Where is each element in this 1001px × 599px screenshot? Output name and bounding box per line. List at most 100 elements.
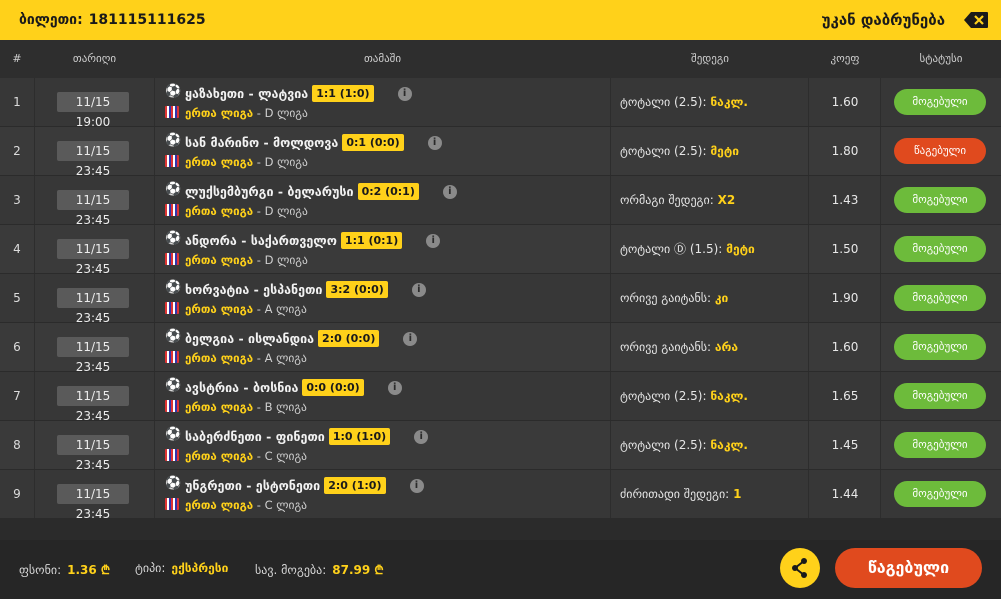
league-line: ერთა ლიგა - B ლიგა: [185, 400, 307, 414]
score-badge: 0:1 (0:0): [342, 134, 404, 151]
league-division: - B ლიგა: [256, 400, 307, 414]
match-teams[interactable]: ანდორა - საქართველო: [185, 233, 337, 248]
status-badge: მოგებული: [894, 383, 986, 409]
status-badge: მოგებული: [894, 187, 986, 213]
bet-market: ძირითადი შედეგი:: [620, 487, 730, 501]
match-date: 11/15 23:45: [57, 288, 129, 325]
table-row: 1 11/15 19:00 ⚽ ყაზახეთი - ლატვია 1:1 (1:0) i…: [0, 78, 1001, 129]
league-name: ერთა ლიგა: [185, 351, 254, 365]
result-cell: ძირითადი შედეგი: 1: [611, 470, 809, 518]
match-date: 11/15 23:45: [57, 337, 129, 374]
odds-cell: 1.45: [810, 421, 881, 469]
match-line: ლუქსემბურგი - ბელარუსი 0:2 (0:1) i: [185, 183, 457, 200]
status-badge: მოგებული: [894, 481, 986, 507]
soccer-ball-icon: ⚽: [165, 378, 182, 393]
back-label: უკან დაბრუნება: [821, 11, 945, 29]
type-stat: ტიპი: ექსპრესი: [135, 561, 228, 575]
game-cell: ⚽ ყაზახეთი - ლატვია 1:1 (1:0) i ერთა ლიგა - …: [155, 78, 611, 126]
bet-market: ორივე გაიტანს:: [620, 340, 712, 354]
status-cell: მოგებული: [881, 225, 1001, 273]
match-teams[interactable]: ყაზახეთი - ლატვია: [185, 86, 308, 101]
row-number: 7: [0, 372, 35, 420]
match-line: უნგრეთი - ესტონეთი 2:0 (1:0) i: [185, 477, 424, 494]
table-row: 4 11/15 23:45 ⚽ ანდორა - საქართველო 1:1 (0:1…: [0, 225, 1001, 276]
match-teams[interactable]: საბერძნეთი - ფინეთი: [185, 429, 325, 444]
league-name: ერთა ლიგა: [185, 204, 254, 218]
bet-pick: მეტი: [726, 242, 755, 256]
date-cell: 11/15 19:00: [35, 78, 155, 129]
game-cell: ⚽ ანდორა - საქართველო 1:1 (0:1) i ერთა ლიგა …: [155, 225, 611, 273]
ticket-info: ბილეთი: 181115111625: [19, 12, 206, 28]
row-number: 2: [0, 127, 35, 175]
info-icon[interactable]: i: [403, 331, 418, 346]
status-cell: მოგებული: [881, 78, 1001, 126]
league-line: ერთა ლიგა - A ლიგა: [185, 302, 307, 316]
status-badge: მოგებული: [894, 432, 986, 458]
ticket-status-button[interactable]: წაგებული: [835, 548, 982, 588]
bet-pick: X2: [717, 193, 736, 207]
match-teams[interactable]: ავსტრია - ბოსნია: [185, 380, 298, 395]
flag-icon: [165, 302, 179, 314]
league-division: - C ლიგა: [256, 449, 307, 463]
info-icon[interactable]: i: [426, 233, 441, 248]
league-division: - C ლიგა: [256, 498, 307, 512]
score-badge: 0:0 (0:0): [302, 379, 364, 396]
flag-icon: [165, 400, 179, 412]
soccer-ball-icon: ⚽: [165, 280, 182, 295]
league-line: ერთა ლიგა - D ლიგა: [185, 106, 308, 120]
score-badge: 3:2 (0:0): [326, 281, 388, 298]
flag-icon: [165, 204, 179, 216]
game-cell: ⚽ სან მარინო - მოლდოვა 0:1 (0:0) i ერთა ლიგა…: [155, 127, 611, 175]
info-icon[interactable]: i: [427, 135, 442, 150]
result-cell: ორმაგი შედეგი: X2: [611, 176, 809, 224]
odds-cell: 1.90: [810, 274, 881, 322]
stake-stat: ფსონი: 1.36 ₾: [19, 561, 110, 578]
match-teams[interactable]: სან მარინო - მოლდოვა: [185, 135, 338, 150]
date-cell: 11/15 23:45: [35, 470, 155, 521]
backspace-icon: [964, 12, 988, 28]
match-line: ანდორა - საქართველო 1:1 (0:1) i: [185, 232, 441, 249]
match-teams[interactable]: ხორვატია - ესპანეთი: [185, 282, 322, 297]
game-cell: ⚽ უნგრეთი - ესტონეთი 2:0 (1:0) i ერთა ლიგა -…: [155, 470, 611, 518]
bet-pick: არა: [714, 340, 739, 354]
game-cell: ⚽ ბელგია - ისლანდია 2:0 (0:0) i ერთა ლიგა - …: [155, 323, 611, 371]
info-icon[interactable]: i: [414, 429, 429, 444]
info-icon[interactable]: i: [411, 282, 426, 297]
col-game: თამაში: [363, 52, 402, 65]
soccer-ball-icon: ⚽: [165, 84, 182, 99]
info-icon[interactable]: i: [442, 184, 457, 199]
info-icon[interactable]: i: [409, 478, 424, 493]
score-badge: 2:0 (1:0): [324, 477, 386, 494]
back-button[interactable]: უკან დაბრუნება: [822, 11, 989, 29]
match-line: სან მარინო - მოლდოვა 0:1 (0:0) i: [185, 134, 442, 151]
league-division: - D ლიგა: [256, 204, 308, 218]
flag-icon: [165, 253, 179, 265]
soccer-ball-icon: ⚽: [165, 182, 182, 197]
status-cell: მოგებული: [881, 421, 1001, 469]
table-header: # თარიღი თამაში შედეგი კოეფ სტატუსი: [0, 40, 1001, 78]
result-cell: ტოტალი (2.5): მეტი: [611, 127, 809, 175]
info-icon[interactable]: i: [397, 86, 412, 101]
table-row: 3 11/15 23:45 ⚽ ლუქსემბურგი - ბელარუსი 0:2 (…: [0, 176, 1001, 227]
stake-label: ფსონი:: [19, 563, 62, 577]
type-label: ტიპი:: [135, 561, 166, 575]
score-badge: 2:0 (0:0): [318, 330, 380, 347]
row-number: 1: [0, 78, 35, 126]
bet-market: ტოტალი (2.5):: [620, 95, 707, 109]
result-cell: ტოტალი (2.5): ნაკლ.: [611, 421, 809, 469]
match-teams[interactable]: უნგრეთი - ესტონეთი: [185, 478, 320, 493]
league-division: - D ლიგა: [256, 155, 308, 169]
col-status: სტატუსი: [919, 52, 963, 65]
share-button[interactable]: [780, 548, 820, 588]
info-icon[interactable]: i: [387, 380, 402, 395]
bet-pick: კი: [714, 291, 729, 305]
soccer-ball-icon: ⚽: [165, 133, 182, 148]
league-line: ერთა ლიგა - D ლიგა: [185, 155, 308, 169]
score-badge: 1:1 (1:0): [312, 85, 374, 102]
soccer-ball-icon: ⚽: [165, 231, 182, 246]
bet-market: ტოტალი Ⓓ (1.5):: [620, 242, 723, 256]
match-line: საბერძნეთი - ფინეთი 1:0 (1:0) i: [185, 428, 429, 445]
match-teams[interactable]: ლუქსემბურგი - ბელარუსი: [185, 184, 354, 199]
match-teams[interactable]: ბელგია - ისლანდია: [185, 331, 314, 346]
odds-cell: 1.60: [810, 78, 881, 126]
